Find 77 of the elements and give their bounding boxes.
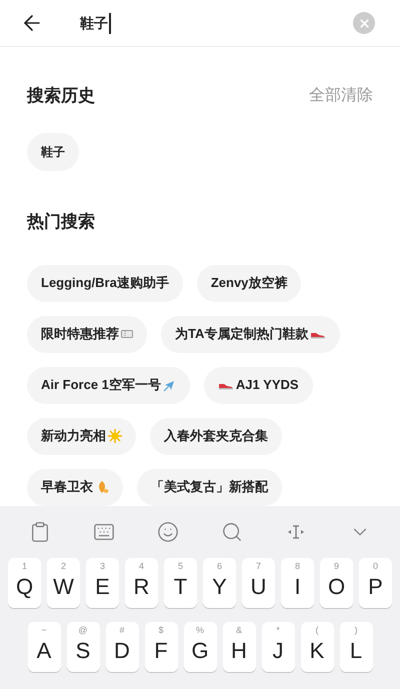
key-letter: U	[250, 572, 266, 600]
hot-search-chip[interactable]: 新动力亮相	[27, 418, 136, 454]
keyboard-key[interactable]: @ S	[66, 622, 100, 672]
section-title: 热门搜索	[27, 212, 95, 230]
section-title: 搜索历史	[27, 85, 95, 107]
hot-search-chip[interactable]: 「美式复古」新搭配	[137, 468, 282, 506]
key-letter: T	[174, 572, 188, 600]
clipboard-icon[interactable]	[29, 520, 51, 542]
emoji-icon[interactable]	[157, 520, 179, 542]
key-letter: L	[350, 636, 362, 664]
keyboard-key[interactable]: % G	[184, 622, 216, 672]
key-symbol: (	[316, 624, 318, 634]
hot-search-chip[interactable]: 限时特惠推荐	[27, 316, 147, 352]
keyboard-key[interactable]: $ F	[144, 622, 178, 672]
key-letter: I	[294, 572, 301, 600]
key-symbol: $	[158, 624, 164, 634]
airplane-icon	[162, 378, 176, 392]
key-symbol: 0	[372, 560, 378, 570]
key-symbol: 7	[256, 560, 261, 570]
key-letter: H	[231, 636, 247, 664]
search-input-value[interactable]: 鞋子	[80, 12, 111, 34]
key-symbol: %	[196, 624, 204, 634]
hot-search-chip[interactable]: 早春卫衣	[27, 468, 123, 506]
key-letter: W	[53, 572, 74, 600]
key-symbol: @	[78, 624, 88, 634]
key-letter: F	[154, 636, 168, 664]
key-symbol: 5	[178, 560, 183, 570]
sun-icon	[108, 429, 122, 443]
keyboard-key[interactable]: 1 Q	[8, 558, 41, 608]
keyboard-key[interactable]: 0 P	[359, 558, 392, 608]
key-symbol: 2	[60, 560, 66, 570]
keyboard-key[interactable]: 3 E	[86, 558, 119, 608]
key-symbol: #	[119, 624, 124, 634]
key-letter: O	[328, 572, 346, 600]
keyboard-key[interactable]: * J	[262, 622, 294, 672]
key-symbol: 1	[22, 560, 27, 570]
hot-search-chip[interactable]: Legging/Bra速购助手	[27, 264, 183, 302]
hot-search-chip[interactable]: 入春外套夹克合集	[150, 418, 282, 454]
keyboard-key[interactable]: & H	[222, 622, 256, 672]
key-letter: P	[368, 572, 383, 600]
keyboard-key[interactable]: 8 I	[281, 558, 314, 608]
key-letter: E	[95, 572, 110, 600]
key-letter: J	[272, 636, 284, 664]
keyboard-key[interactable]: 6 Y	[203, 558, 236, 608]
keyboard-key[interactable]: 2 W	[47, 558, 80, 608]
keyboard-key[interactable]: ~ A	[28, 622, 60, 672]
key-symbol: 9	[334, 560, 339, 570]
keyboard-key[interactable]: 7 U	[242, 558, 275, 608]
key-symbol: 6	[216, 560, 222, 570]
keyboard-key[interactable]: ( K	[300, 622, 334, 672]
key-symbol: &	[236, 624, 242, 634]
keyboard-key[interactable]: 9 O	[320, 558, 353, 608]
ticket-icon	[121, 330, 133, 338]
key-symbol: 4	[138, 560, 144, 570]
key-letter: K	[310, 636, 324, 664]
key-symbol: ~	[41, 624, 47, 634]
key-symbol: *	[276, 624, 280, 634]
key-symbol: 3	[100, 560, 105, 570]
hot-search-chip[interactable]: Zenvy放空裤	[196, 264, 302, 302]
hot-search-chip[interactable]: 为TA专属定制热门鞋款	[161, 316, 340, 352]
key-letter: S	[76, 636, 90, 664]
key-letter: R	[134, 572, 150, 600]
keyboard-key[interactable]: 5 T	[164, 558, 197, 608]
key-letter: G	[191, 636, 209, 664]
keyboard-key[interactable]: ) L	[340, 622, 372, 672]
search-icon[interactable]	[221, 520, 243, 542]
key-symbol: 8	[294, 560, 300, 570]
key-symbol: )	[354, 624, 358, 634]
keyboard-key[interactable]: # D	[106, 622, 138, 672]
key-letter: A	[36, 636, 52, 664]
hot-search-chip[interactable]: Air Force 1空军一号	[27, 366, 190, 404]
key-letter: Y	[212, 572, 227, 600]
key-letter: D	[114, 636, 130, 664]
history-chip[interactable]: 鞋子	[27, 132, 79, 170]
key-letter: Q	[16, 572, 34, 600]
hot-search-chip[interactable]: AJ1 YYDS	[204, 366, 313, 404]
keyboard-key[interactable]: 4 R	[125, 558, 158, 608]
